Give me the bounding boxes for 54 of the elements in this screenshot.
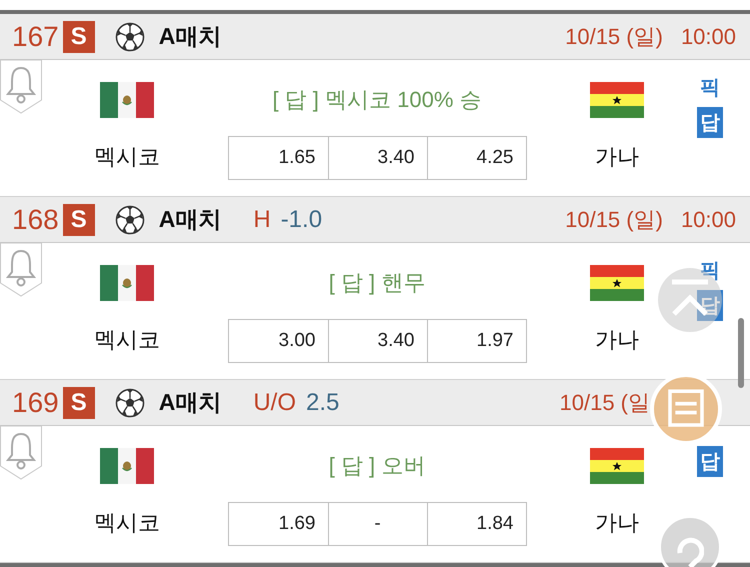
answer-text: [ 답 ] 오버 — [328, 452, 426, 480]
match-time: 10:00 — [680, 24, 736, 50]
odds-cell[interactable]: 3.00 — [228, 320, 328, 362]
match-date: 10/15 (일 — [560, 388, 650, 416]
scrollbar[interactable] — [738, 318, 744, 388]
odds-cell[interactable]: 1.84 — [426, 503, 526, 545]
bell-icon[interactable] — [0, 60, 42, 114]
odds-cell[interactable]: 1.69 — [228, 503, 328, 545]
odds-cell[interactable]: 3.40 — [328, 137, 426, 179]
match-date: 10/15 (일) — [565, 206, 663, 234]
away-team-name: 가나 — [595, 509, 639, 537]
handicap-label: H — [253, 206, 271, 234]
pick-link[interactable]: 픽 — [700, 74, 720, 101]
mexico-flag-icon — [100, 82, 154, 118]
bell-icon[interactable] — [0, 426, 42, 480]
answer-badge[interactable]: 답 — [697, 446, 723, 477]
ghana-flag-icon — [590, 265, 644, 301]
home-team-name: 멕시코 — [94, 143, 160, 171]
handicap-value: -1.0 — [280, 206, 322, 234]
handicap-value: 2.5 — [306, 388, 340, 416]
sport-badge: S — [62, 204, 95, 236]
odds-cell[interactable]: - — [328, 503, 426, 545]
pick-link[interactable]: 픽 — [700, 257, 720, 284]
soccer-ball-icon — [114, 204, 145, 234]
answer-text: [ 답 ] 핸무 — [328, 269, 426, 297]
match-number: 169 — [12, 386, 59, 418]
soccer-ball-icon — [114, 22, 145, 52]
answer-text: [ 답 ] 멕시코 100% 승 — [272, 86, 482, 114]
odds-cell[interactable]: 1.65 — [228, 137, 328, 179]
ghana-flag-icon — [590, 82, 644, 118]
sport-badge: S — [62, 20, 95, 52]
league-name: A매치 — [158, 22, 222, 51]
home-team-name: 멕시코 — [94, 509, 160, 537]
league-name: A매치 — [158, 205, 222, 234]
odds-cell[interactable]: 4.25 — [426, 137, 526, 179]
match-date: 10/15 (일) — [565, 22, 663, 50]
handicap-label: U/O — [253, 388, 296, 416]
league-name: A매치 — [158, 388, 222, 417]
match-number: 168 — [12, 204, 59, 236]
away-team-name: 가나 — [595, 326, 639, 354]
ghana-flag-icon — [590, 448, 644, 484]
soccer-ball-icon — [114, 388, 145, 418]
odds-cell[interactable]: 1.97 — [426, 320, 526, 362]
away-team-name: 가나 — [595, 143, 639, 171]
mexico-flag-icon — [100, 265, 154, 301]
refresh-icon — [676, 536, 704, 567]
sport-badge: S — [62, 386, 95, 418]
answer-badge[interactable]: 답 — [697, 107, 723, 138]
home-team-name: 멕시코 — [94, 326, 160, 354]
match-time: 10:00 — [680, 206, 736, 232]
bell-icon[interactable] — [0, 243, 42, 297]
odds-cell[interactable]: 3.40 — [328, 320, 426, 362]
mexico-flag-icon — [100, 448, 154, 484]
match-number: 167 — [12, 20, 59, 52]
